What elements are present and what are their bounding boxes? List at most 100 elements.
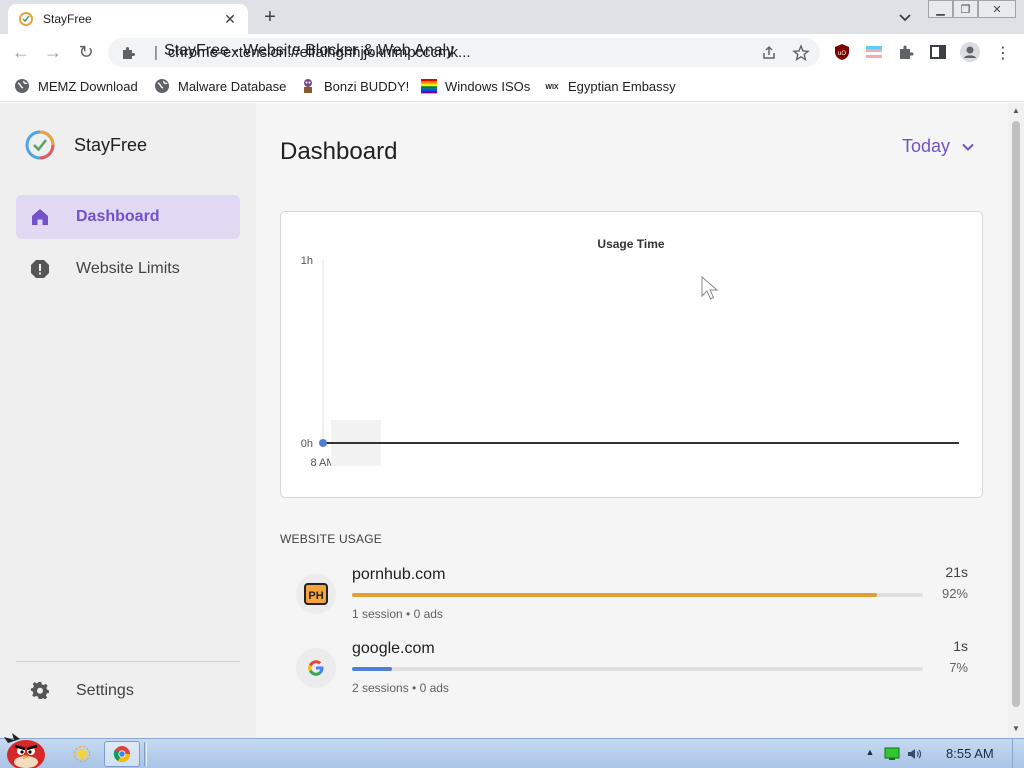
new-tab-button[interactable]: + <box>258 6 282 28</box>
bookmark-malware-database[interactable]: Malware Database <box>154 77 286 95</box>
restore-button[interactable]: ❐ <box>953 0 978 18</box>
show-desktop-button[interactable] <box>1012 739 1024 768</box>
globe-icon <box>15 79 29 93</box>
taskbar-app-explorer[interactable] <box>64 741 100 767</box>
site-time: 1s <box>953 638 968 654</box>
sidebar-item-label: Website Limits <box>76 260 180 277</box>
sidebar-item-dashboard[interactable]: Dashboard <box>16 195 240 239</box>
date-range-label: Today <box>902 136 951 156</box>
tab-stayfree[interactable]: StayFree ✕ <box>8 4 248 34</box>
globe-icon <box>155 79 169 93</box>
profile-avatar-icon[interactable] <box>960 42 980 62</box>
rainbow-flag-icon <box>421 79 437 94</box>
bookmark-label: Bonzi BUDDY! <box>324 78 410 94</box>
bookmark-windows-isos[interactable]: Windows ISOs <box>421 77 530 95</box>
y-tick-label: 1h <box>301 255 313 267</box>
tab-strip: StayFree ✕ + ▁ ❐ ✕ <box>0 0 1024 34</box>
stayfree-logo-icon <box>25 130 55 160</box>
ph-icon: PH <box>304 583 328 605</box>
chrome-icon <box>113 746 130 762</box>
data-point[interactable] <box>319 439 327 447</box>
site-name: google.com <box>352 640 435 657</box>
site-percent: 92% <box>941 586 968 601</box>
bookmark-bonzi-buddy[interactable]: Bonzi BUDDY! <box>300 77 409 95</box>
bookmark-egyptian-embassy[interactable]: WIX Egyptian Embassy <box>544 77 676 95</box>
extensions-puzzle-icon[interactable] <box>897 43 915 61</box>
ublock-icon[interactable]: uO <box>833 43 851 61</box>
omnibox-separator: | <box>154 44 158 61</box>
browser-toolbar: ← → ↻ StayFree - Website Blocker & Web A… <box>0 34 1024 70</box>
page-scrollbar[interactable]: ▲ ▼ <box>1008 103 1024 738</box>
extension-puzzle-icon <box>123 46 135 59</box>
share-icon[interactable] <box>760 44 778 62</box>
taskbar-app-chrome[interactable] <box>104 741 140 767</box>
alert-icon <box>31 260 49 278</box>
website-usage-heading: WEBSITE USAGE <box>280 532 382 546</box>
bookmark-label: Windows ISOs <box>445 78 531 94</box>
sidebar-divider <box>16 661 240 662</box>
scroll-up-arrow-icon[interactable]: ▲ <box>1012 107 1020 115</box>
stayfree-app: StayFree Dashboard Website Limits Settin… <box>0 103 1008 738</box>
sidebar-item-website-limits[interactable]: Website Limits <box>16 247 240 291</box>
usage-time-chart: Usage Time 1h 0h 8 AM <box>301 237 959 469</box>
website-usage-row[interactable]: PH pornhub.com 1 session • 0 ads 21s 92% <box>296 562 976 628</box>
usage-bar-fill <box>352 593 878 597</box>
date-range-dropdown[interactable]: Today <box>902 136 976 157</box>
main-content: Dashboard Today Usage Time 1h 0h 8 AM WE <box>256 103 1008 738</box>
y-tick-label: 0h <box>301 438 313 450</box>
sidebar-item-label: Settings <box>76 682 134 699</box>
windows-taskbar: ▲ 8:55 AM <box>0 733 1024 768</box>
sidebar-item-label: Dashboard <box>76 208 160 225</box>
tab-search-chevron-icon[interactable] <box>896 8 914 26</box>
minimize-button[interactable]: ▁ <box>928 0 953 18</box>
google-icon <box>308 660 324 676</box>
side-panel-icon[interactable] <box>929 43 947 61</box>
usage-time-chart-card: Usage Time 1h 0h 8 AM <box>280 211 983 498</box>
stayfree-favicon-icon <box>19 12 33 26</box>
site-favicon <box>296 648 336 688</box>
omnibox[interactable]: StayFree - Website Blocker & Web Analy |… <box>108 38 820 67</box>
site-name: pornhub.com <box>352 566 446 583</box>
site-meta: 1 session • 0 ads <box>352 607 443 621</box>
taskbar-clock[interactable]: 8:55 AM <box>946 746 994 761</box>
website-usage-row[interactable]: google.com 2 sessions • 0 ads 1s 7% <box>296 636 976 702</box>
usage-bar-track <box>352 667 923 671</box>
angry-bird-start-icon[interactable] <box>2 731 50 768</box>
site-time: 21s <box>945 564 968 580</box>
gear-icon <box>30 681 49 700</box>
sun-folder-icon <box>74 746 90 762</box>
bookmark-label: MEMZ Download <box>38 78 138 94</box>
scroll-down-arrow-icon[interactable]: ▼ <box>1012 725 1020 733</box>
back-button[interactable]: ← <box>10 42 32 62</box>
mouse-cursor-icon <box>701 276 719 300</box>
site-meta: 2 sessions • 0 ads <box>352 681 449 695</box>
tab-close-icon[interactable]: ✕ <box>222 11 238 28</box>
volume-icon[interactable] <box>906 747 922 761</box>
bookmark-label: Egyptian Embassy <box>568 78 676 94</box>
wix-icon: WIX <box>545 84 559 91</box>
usage-bar-fill <box>352 667 392 671</box>
close-window-button[interactable]: ✕ <box>978 0 1016 18</box>
bookmark-memz-download[interactable]: MEMZ Download <box>14 77 138 95</box>
reload-button[interactable]: ↻ <box>75 42 97 62</box>
omnibox-site-name: StayFree - Website Blocker & Web Analy <box>164 42 455 59</box>
brand-name: StayFree <box>74 135 148 155</box>
scrollbar-thumb[interactable] <box>1012 121 1020 707</box>
bookmarks-bar: MEMZ Download Malware Database Bonzi BUD… <box>0 70 1024 102</box>
sidebar-item-settings[interactable]: Settings <box>16 669 240 713</box>
site-percent: 7% <box>949 660 968 675</box>
network-icon[interactable] <box>884 747 900 761</box>
site-favicon: PH <box>296 574 336 614</box>
svg-text:PH: PH <box>308 590 323 602</box>
forward-button[interactable]: → <box>42 42 64 62</box>
svg-text:WIX: WIX <box>545 84 559 91</box>
tab-title: StayFree <box>43 12 92 26</box>
bookmark-star-icon[interactable] <box>792 44 810 62</box>
page-title: Dashboard <box>280 138 398 165</box>
tray-expand-icon[interactable]: ▲ <box>862 747 878 761</box>
home-icon <box>32 209 48 225</box>
trans-flag-extension-icon[interactable] <box>865 43 883 61</box>
bonzi-icon <box>304 79 312 93</box>
bookmark-label: Malware Database <box>178 78 287 94</box>
chrome-menu-icon[interactable]: ⋮ <box>994 43 1012 62</box>
